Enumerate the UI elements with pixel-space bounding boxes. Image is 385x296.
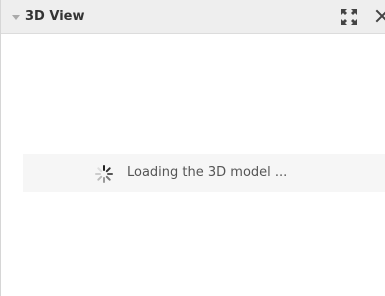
- fullscreen-expand-icon[interactable]: [339, 7, 359, 27]
- triangle-down-icon[interactable]: [10, 11, 22, 23]
- panel-title: 3D View: [25, 9, 85, 24]
- panel-header: 3D View: [1, 0, 385, 34]
- loading-message: Loading the 3D model ...: [127, 165, 288, 180]
- 3d-viewport: Loading the 3D model ...: [1, 34, 385, 296]
- 3d-view-panel: 3D View Loading the 3D model ...: [0, 0, 385, 296]
- loading-indicator: Loading the 3D model ...: [23, 154, 385, 192]
- spinner-icon: [95, 165, 113, 183]
- close-icon[interactable]: [375, 9, 385, 23]
